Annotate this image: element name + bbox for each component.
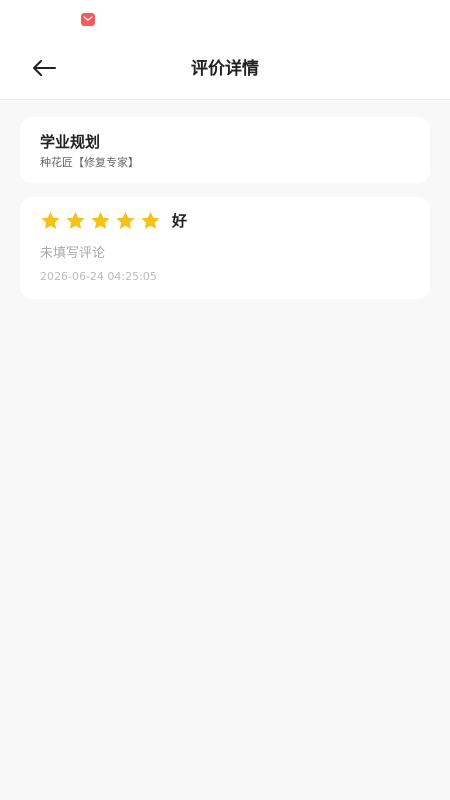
mail-icon [81, 13, 95, 26]
back-button[interactable] [26, 54, 62, 82]
review-card: 好 未填写评论 2026-06-24 04:25:05 [20, 197, 430, 299]
star-icon [41, 211, 60, 229]
page-title: 评价详情 [191, 59, 259, 79]
service-provider: 种花匠【修复专家】 [40, 156, 139, 169]
star-icon [66, 211, 85, 229]
service-card: 学业规划 种花匠【修复专家】 [20, 117, 430, 183]
star-rating [40, 211, 165, 231]
status-bar [0, 0, 450, 40]
star-icon [91, 211, 110, 229]
review-comment: 未填写评论 [40, 246, 106, 261]
service-title: 学业规划 [40, 133, 101, 151]
review-timestamp: 2026-06-24 04:25:05 [40, 270, 157, 283]
star-icon [141, 211, 160, 229]
nav-header: 评价详情 [0, 40, 450, 100]
star-icon [116, 211, 135, 229]
rating-text: 好 [172, 212, 188, 230]
arrow-left-icon [33, 60, 56, 76]
